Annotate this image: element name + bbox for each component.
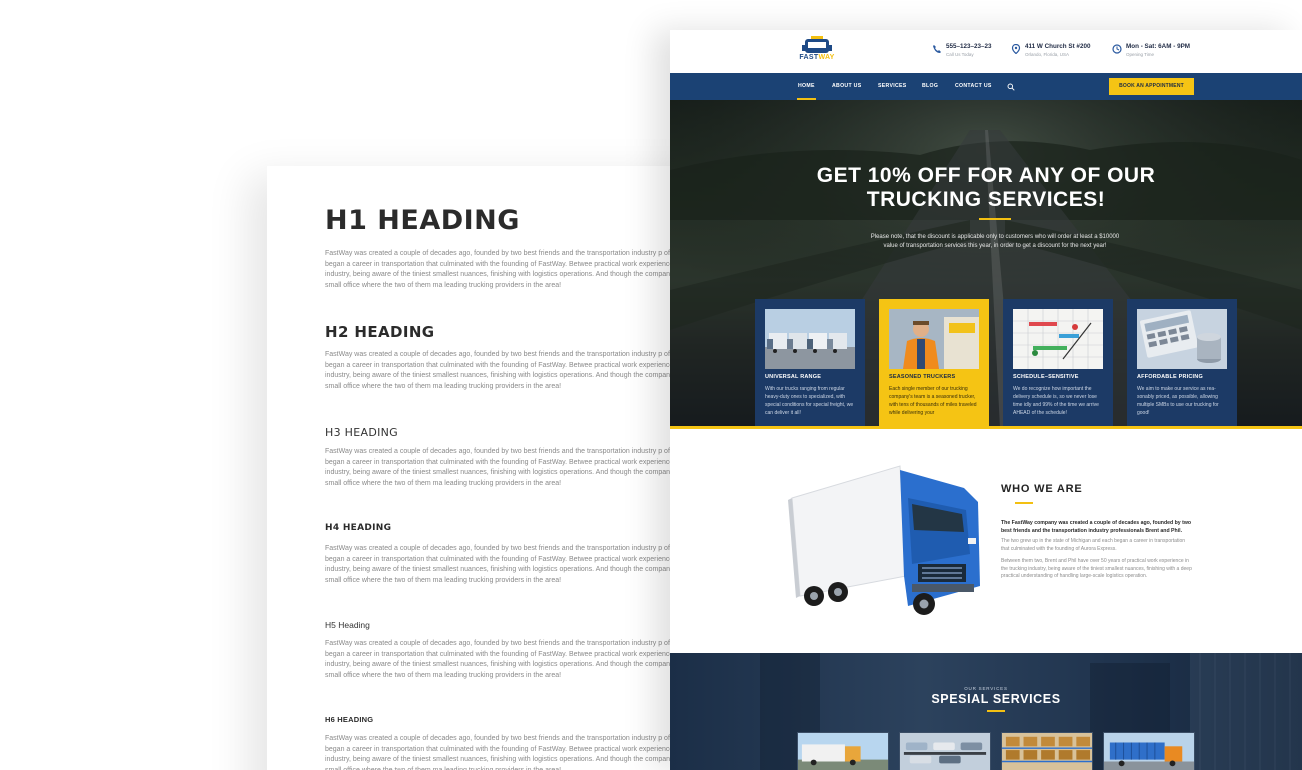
- main-nav: HOME ABOUT US SERVICES BLOG CONTACT US B…: [670, 73, 1302, 100]
- who-we-are-title: WHO WE ARE: [1001, 483, 1083, 495]
- contact-phone-sub: Call Us Today: [946, 52, 974, 57]
- truck-logo-icon[interactable]: [796, 36, 838, 68]
- services-kicker: OUR SERVICES: [964, 686, 1008, 691]
- card-text: We aim to make our service as rea- sonab…: [1137, 386, 1219, 416]
- service-thumb-container-truck[interactable]: [1103, 732, 1195, 770]
- who-we-are-section: WHO WE ARE The FastWay company was creat…: [670, 430, 1302, 653]
- services-section: OUR SERVICES SPESIAL SERVICES: [670, 653, 1302, 770]
- who-we-are-lead: The FastWay company was created a couple…: [1001, 520, 1192, 534]
- logo-fast: FAST: [799, 54, 819, 61]
- hero-divider: [979, 218, 1011, 220]
- site-mockup: FASTWAY 555–123–23–23 Call Us Today 411 …: [670, 30, 1302, 770]
- hero-title: GET 10% OFF FOR ANY OF OUR TRUCKING SERV…: [816, 164, 1156, 211]
- map-pin-icon: [1011, 44, 1021, 54]
- contact-hours-main: Mon - Sat: 6AM - 9PM: [1126, 43, 1191, 50]
- service-thumb-car-carrier[interactable]: [899, 732, 991, 770]
- trucker-portrait-image: [889, 309, 979, 369]
- card-title: UNIVERSAL RANGE: [765, 374, 822, 380]
- schedule-calendar-image: [1013, 309, 1103, 369]
- hero-section: GET 10% OFF FOR ANY OF OUR TRUCKING SERV…: [670, 100, 1302, 428]
- search-icon[interactable]: [1007, 83, 1015, 91]
- who-we-are-divider: [1015, 502, 1033, 504]
- phone-icon: [933, 45, 941, 53]
- services-title: SPESIAL SERVICES: [931, 692, 1061, 706]
- nav-item-home[interactable]: HOME: [797, 73, 816, 100]
- nav-item-services[interactable]: SERVICES: [878, 73, 907, 100]
- feature-card-affordable-pricing[interactable]: AFFORDABLE PRICING We aim to make our se…: [1127, 299, 1237, 428]
- hero-text: Please note, that the discount is applic…: [870, 234, 1120, 249]
- card-title: SEASONED TRUCKERS: [889, 374, 956, 380]
- site-header: FASTWAY 555–123–23–23 Call Us Today 411 …: [670, 30, 1302, 73]
- contact-phone-main: 555–123–23–23: [946, 43, 992, 50]
- card-text: We do recognize how important the delive…: [1013, 386, 1099, 416]
- nav-item-contact-us[interactable]: CONTACT US: [955, 73, 992, 100]
- clock-icon: [1112, 44, 1122, 54]
- card-title: SCHEDULE–SENSITIVE: [1013, 374, 1079, 380]
- contact-address-sub: Orlando, Florida, USA: [1025, 52, 1070, 57]
- logo-wordmark[interactable]: FASTWAY: [796, 54, 838, 61]
- card-text: Each single member of our trucking compa…: [889, 386, 977, 416]
- feature-card-seasoned-truckers[interactable]: SEASONED TRUCKERS Each single member of …: [879, 299, 989, 428]
- who-we-are-paragraph-2: Between them two, Brent and Phil have ov…: [1001, 558, 1192, 579]
- blue-truck-image: [788, 465, 980, 615]
- card-title: AFFORDABLE PRICING: [1137, 374, 1203, 380]
- hero-bottom-accent: [670, 426, 1302, 429]
- services-divider: [987, 710, 1005, 712]
- feature-card-universal-range[interactable]: UNIVERSAL RANGE With our trucks ranging …: [755, 299, 865, 428]
- logo-way: WAY: [818, 54, 835, 61]
- nav-item-blog[interactable]: BLOG: [922, 73, 938, 100]
- trucks-lineup-image: [765, 309, 855, 369]
- nav-item-about-us[interactable]: ABOUT US: [832, 73, 862, 100]
- showcase-stage: H1 HEADING FastWay was created a couple …: [0, 0, 1302, 770]
- card-text: With our trucks ranging from regular hea…: [765, 386, 854, 416]
- calculator-coins-image: [1137, 309, 1227, 369]
- book-appointment-button[interactable]: BOOK AN APPOINTMENT: [1109, 78, 1194, 95]
- who-we-are-paragraph-1: The two grew up in the state of Michigan…: [1001, 538, 1186, 552]
- service-thumb-truck[interactable]: [797, 732, 889, 770]
- service-thumb-warehouse[interactable]: [1001, 732, 1093, 770]
- contact-address-main: 411 W Church St #200: [1025, 43, 1091, 50]
- contact-hours-sub: Opening Time: [1126, 52, 1155, 57]
- feature-card-schedule-sensitive[interactable]: SCHEDULE–SENSITIVE We do recognize how i…: [1003, 299, 1113, 428]
